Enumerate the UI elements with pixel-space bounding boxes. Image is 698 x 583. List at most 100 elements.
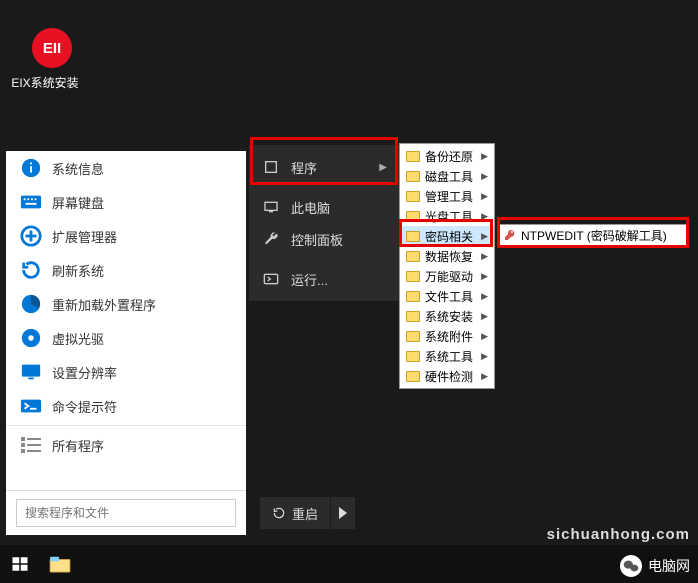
keyboard-icon xyxy=(20,191,42,213)
folder-icon xyxy=(406,351,420,362)
sub-menu-item[interactable]: 系统工具▶ xyxy=(400,346,494,366)
watermark-text: 电脑网 xyxy=(648,556,690,576)
sub-menu-label: 管理工具 xyxy=(425,188,473,205)
chevron-right-icon: ▶ xyxy=(481,291,488,302)
restart-button[interactable]: 重启 xyxy=(260,497,331,529)
folder-icon xyxy=(406,271,420,282)
folder-icon xyxy=(406,371,420,382)
sub-menu-label: 备份还原 xyxy=(425,148,473,165)
chevron-right-icon: ▶ xyxy=(481,191,488,202)
watermark-site: sichuanhong.com xyxy=(547,526,690,543)
folder-icon xyxy=(406,291,420,302)
sub-menu-item[interactable]: 磁盘工具▶ xyxy=(400,166,494,186)
sub-menu-item[interactable]: 管理工具 ▶ xyxy=(400,186,494,206)
disc-icon xyxy=(20,327,42,349)
context-menu-label: 运行... xyxy=(291,270,328,289)
context-menu-label: 程序 xyxy=(291,158,317,177)
sub-menu-item[interactable]: 备份还原 ▶ xyxy=(400,146,494,166)
taskbar xyxy=(0,545,698,583)
context-menu-item[interactable]: 运行... xyxy=(249,263,399,295)
sub-menu-programs: 备份还原▶磁盘工具▶管理工具▶光盘工具▶密码相关▶数据恢复▶万能驱动▶文件工具▶… xyxy=(399,143,495,389)
start-menu-label: 扩展管理器 xyxy=(52,227,117,246)
sub-menu-item[interactable]: 数据恢复▶ xyxy=(400,246,494,266)
sub-menu-label: 万能驱动 xyxy=(425,268,473,285)
chevron-right-icon: ▶ xyxy=(481,271,488,282)
start-menu-label: 设置分辨率 xyxy=(52,363,117,382)
start-menu-item[interactable]: 重新加载外置程序 xyxy=(6,287,246,321)
sub-menu-label: 系统附件 xyxy=(425,328,473,345)
pc-icon xyxy=(261,200,281,214)
start-menu-item[interactable]: 所有程序 xyxy=(6,428,246,462)
folder-icon xyxy=(406,151,420,162)
context-menu-item[interactable]: 此电脑 xyxy=(249,191,399,223)
folder-icon xyxy=(406,331,420,342)
sub-menu-item[interactable]: 系统安装 ▶ xyxy=(400,306,494,326)
sub-menu-item[interactable]: 光盘工具▶ xyxy=(400,206,494,226)
desktop-icon-label: EIX系统安装 xyxy=(8,74,82,91)
sub-menu-item[interactable]: 系统附件 ▶ xyxy=(400,326,494,346)
sub-menu-label: 磁盘工具 xyxy=(425,168,473,185)
start-button[interactable] xyxy=(0,545,40,583)
sub-menu-item[interactable]: 万能驱动 ▶ xyxy=(400,266,494,286)
list-icon xyxy=(20,434,42,456)
start-menu-label: 屏幕键盘 xyxy=(52,193,104,212)
windows-icon xyxy=(11,555,29,573)
plus-icon xyxy=(20,225,42,247)
start-menu-item[interactable]: 屏幕键盘 xyxy=(6,185,246,219)
sub-menu-label: 硬件检测 xyxy=(425,368,473,385)
start-menu-item[interactable]: 虚拟光驱 xyxy=(6,321,246,355)
monitor-icon xyxy=(20,361,42,383)
chevron-right-icon: ▶ xyxy=(481,311,488,322)
power-more-button[interactable] xyxy=(331,497,356,529)
chevron-right-icon: ▶ xyxy=(481,231,488,242)
folder-icon xyxy=(406,231,420,242)
run-icon xyxy=(261,272,281,286)
chevron-right-icon: ▶ xyxy=(481,331,488,342)
final-menu-label: NTPWEDIT (密码破解工具) xyxy=(521,227,667,244)
sub-menu-item[interactable]: 密码相关 ▶ xyxy=(400,226,494,246)
chevron-right-icon xyxy=(339,507,347,519)
sub-menu-label: 文件工具 xyxy=(425,288,473,305)
context-menu: 程序 ▶ 此电脑控制面板运行... xyxy=(249,145,399,301)
final-menu-item[interactable]: NTPWEDIT (密码破解工具) xyxy=(498,224,688,246)
key-icon xyxy=(503,228,517,242)
chevron-right-icon: ▶ xyxy=(481,351,488,362)
sub-menu-label: 光盘工具 xyxy=(425,208,473,225)
folder-icon xyxy=(49,555,71,573)
start-menu-item[interactable]: 命令提示符 xyxy=(6,389,246,423)
watermark-brand: 电脑网 xyxy=(620,555,690,577)
taskbar-explorer-button[interactable] xyxy=(40,545,80,583)
desktop-icon-eix[interactable]: EII EIX系统安装 xyxy=(22,28,82,91)
context-menu-item[interactable]: 程序 ▶ xyxy=(249,151,399,183)
chevron-right-icon: ▶ xyxy=(379,162,387,173)
chevron-right-icon: ▶ xyxy=(481,151,488,162)
folder-icon xyxy=(406,171,420,182)
cmd-icon xyxy=(20,395,42,417)
context-menu-item[interactable]: 控制面板 xyxy=(249,223,399,255)
folder-icon xyxy=(406,251,420,262)
chevron-right-icon: ▶ xyxy=(481,371,488,382)
start-menu-item[interactable]: 刷新系统 xyxy=(6,253,246,287)
start-menu-label: 虚拟光驱 xyxy=(52,329,104,348)
info-icon xyxy=(20,157,42,179)
sub-menu-item[interactable]: 硬件检测 ▶ xyxy=(400,366,494,386)
wechat-icon xyxy=(620,555,642,577)
start-menu: 系统信息屏幕键盘扩展管理器刷新系统重新加载外置程序虚拟光驱设置分辨率命令提示符所… xyxy=(6,151,246,535)
chevron-right-icon: ▶ xyxy=(481,251,488,262)
start-menu-item[interactable]: 设置分辨率 xyxy=(6,355,246,389)
refresh-icon xyxy=(20,259,42,281)
start-menu-label: 命令提示符 xyxy=(52,397,117,416)
sub-menu-item[interactable]: 文件工具 ▶ xyxy=(400,286,494,306)
sub-menu-label: 系统安装 xyxy=(425,308,473,325)
context-menu-label: 控制面板 xyxy=(291,230,343,249)
app-icon xyxy=(261,159,281,175)
start-menu-label: 所有程序 xyxy=(52,436,104,455)
folder-icon xyxy=(406,191,420,202)
sub-menu-label: 密码相关 xyxy=(425,228,473,245)
start-menu-item[interactable]: 扩展管理器 xyxy=(6,219,246,253)
start-menu-item[interactable]: 系统信息 xyxy=(6,151,246,185)
power-controls: 重启 xyxy=(260,497,356,529)
folder-icon xyxy=(406,211,420,222)
search-input[interactable] xyxy=(16,499,236,527)
start-menu-label: 重新加载外置程序 xyxy=(52,295,156,314)
